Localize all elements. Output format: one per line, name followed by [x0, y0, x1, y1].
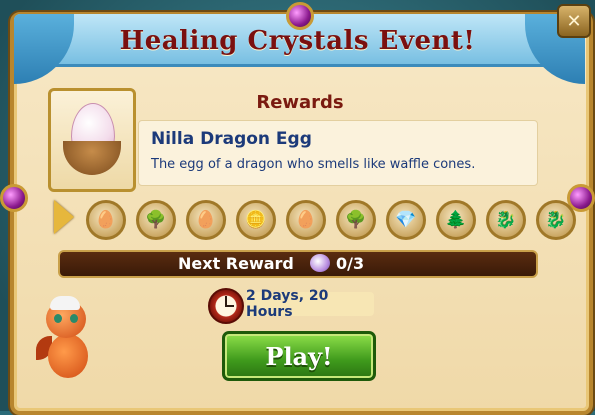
- alarm-clock-icon: [208, 288, 244, 324]
- dragon-icon: 🐉: [545, 209, 567, 230]
- gold-coins-icon: 🪙: [245, 209, 267, 230]
- reward-slot[interactable]: 🐉: [486, 200, 526, 240]
- close-icon: ✕: [566, 10, 582, 32]
- reward-slot[interactable]: 🌳: [136, 200, 176, 240]
- purple-tree-icon: 🌲: [445, 209, 467, 230]
- nest-icon: [63, 141, 121, 175]
- next-reward-progress-bar: Next Reward 0/3: [58, 250, 538, 278]
- reward-slot[interactable]: 🥚: [86, 200, 126, 240]
- egg-icon: 🥚: [95, 209, 117, 230]
- next-reward-label: Next Reward: [178, 254, 294, 273]
- tree-icon: 🌳: [145, 209, 167, 230]
- next-reward-count: 0/3: [336, 254, 365, 273]
- reward-slot[interactable]: 🥚: [186, 200, 226, 240]
- featured-reward-frame: [48, 88, 136, 192]
- reward-slot[interactable]: 🌳: [336, 200, 376, 240]
- reward-description-box: Nilla Dragon Egg The egg of a dragon who…: [138, 120, 538, 186]
- left-gem-icon: [0, 184, 28, 212]
- reward-slot[interactable]: 🌲: [436, 200, 476, 240]
- rewards-heading: Rewards: [256, 92, 344, 113]
- event-timer: 2 Days, 20 Hours: [246, 288, 374, 320]
- healing-crystal-icon: [310, 254, 330, 272]
- reward-slot[interactable]: 🪙: [236, 200, 276, 240]
- event-title: Healing Crystals Event!: [119, 26, 476, 56]
- crystal-pile-icon: 💎: [395, 209, 417, 230]
- reward-name: Nilla Dragon Egg: [151, 129, 312, 149]
- rewards-list: 🥚 🌳 🥚 🪙 🥚 🌳 💎 🌲 🐉 🐉: [86, 200, 576, 240]
- close-button[interactable]: ✕: [557, 4, 591, 38]
- egg-icon: 🥚: [295, 209, 317, 230]
- dragon-icon: 🐉: [495, 209, 517, 230]
- reward-slot[interactable]: 💎: [386, 200, 426, 240]
- scroll-rewards-arrow-icon[interactable]: [54, 200, 74, 234]
- tree-icon: 🌳: [345, 209, 367, 230]
- egg-icon: 🥚: [195, 209, 217, 230]
- dragon-mascot-icon: [36, 296, 96, 386]
- reward-slot[interactable]: 🥚: [286, 200, 326, 240]
- play-button[interactable]: Play!: [222, 331, 376, 381]
- reward-slot[interactable]: 🐉: [536, 200, 576, 240]
- reward-description: The egg of a dragon who smells like waff…: [151, 157, 476, 172]
